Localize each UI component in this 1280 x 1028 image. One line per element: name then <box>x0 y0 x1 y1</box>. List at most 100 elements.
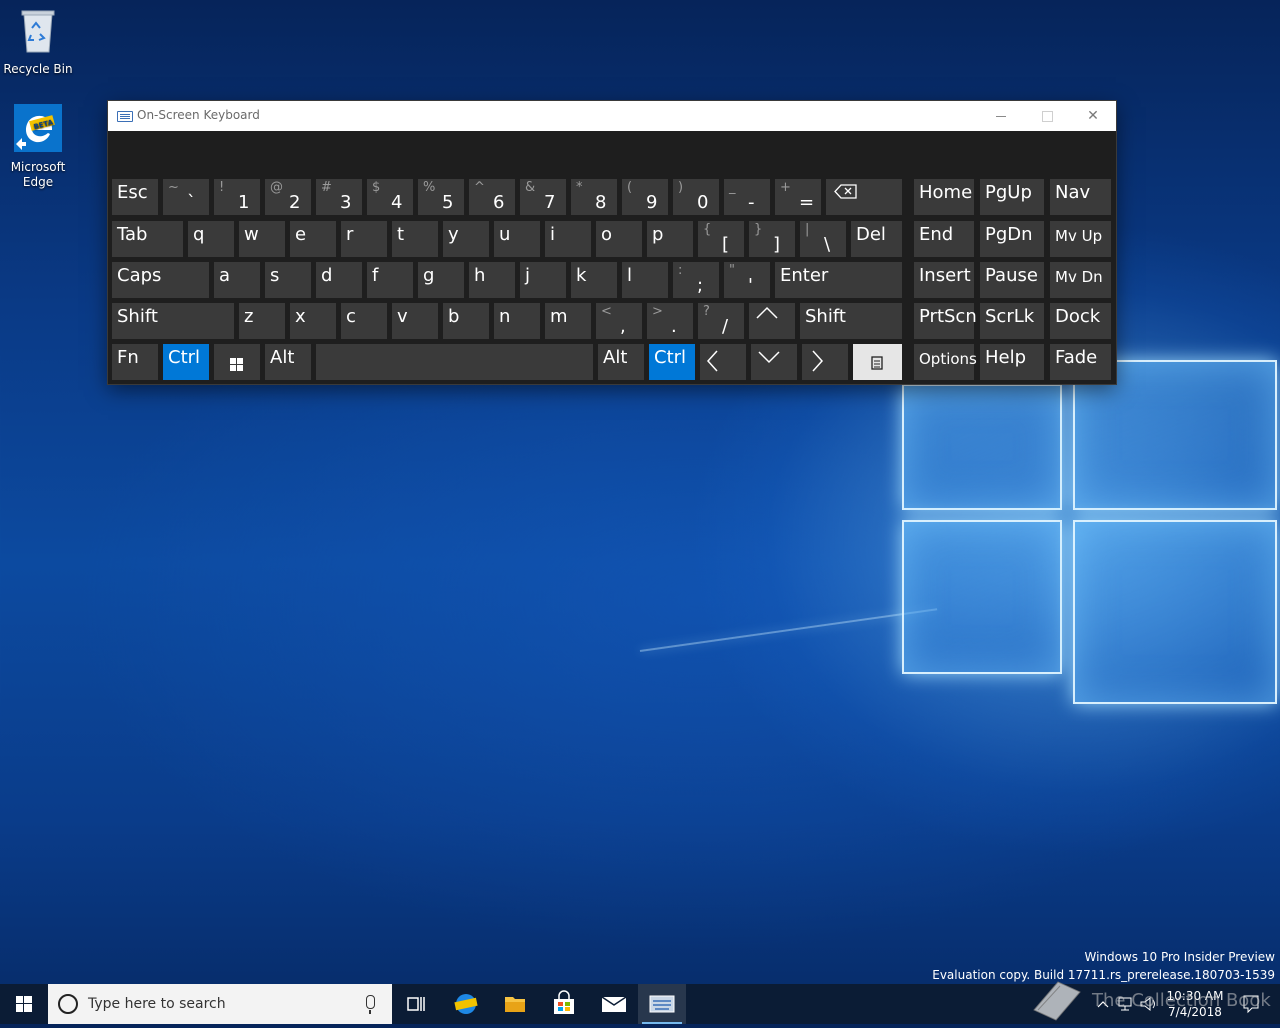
key-shift-left[interactable]: Shift <box>112 303 234 339</box>
key-symbol[interactable]: " ' <box>724 262 770 298</box>
title-bar[interactable]: On-Screen Keyboard ✕ <box>108 101 1116 131</box>
key-menu[interactable] <box>853 344 902 380</box>
key-shift-right[interactable]: Shift <box>800 303 902 339</box>
key-home[interactable]: Home <box>914 179 974 215</box>
desktop-icon-recycle-bin[interactable]: Recycle Bin <box>0 8 76 77</box>
key-0[interactable]: ) 0 <box>673 179 719 215</box>
key-mvup[interactable]: Mv Up <box>1050 221 1111 257</box>
task-view-button[interactable] <box>392 984 440 1024</box>
key-r[interactable]: r <box>341 221 387 257</box>
key-mvdn[interactable]: Mv Dn <box>1050 262 1111 298</box>
key-enter[interactable]: Enter <box>775 262 902 298</box>
microphone-icon[interactable] <box>366 995 375 1014</box>
key-arrow-up[interactable] <box>749 303 795 339</box>
key-y[interactable]: y <box>443 221 489 257</box>
key-insert[interactable]: Insert <box>914 262 974 298</box>
key-u[interactable]: u <box>494 221 540 257</box>
key--[interactable]: _ - <box>724 179 770 215</box>
key-n[interactable]: n <box>494 303 540 339</box>
key-2[interactable]: @2 <box>265 179 311 215</box>
key-6[interactable]: ^ 6 <box>469 179 515 215</box>
key-8[interactable]: * 8 <box>571 179 617 215</box>
key-m[interactable]: m <box>545 303 591 339</box>
key-symbol[interactable]: :; <box>673 262 719 298</box>
key-label: Nav <box>1055 182 1091 203</box>
key-caps[interactable]: Caps <box>112 262 209 298</box>
key-4[interactable]: $4 <box>367 179 413 215</box>
key-q[interactable]: q <box>188 221 234 257</box>
key-arrow-left[interactable] <box>700 344 746 380</box>
taskbar-edge-beta[interactable] <box>442 984 490 1024</box>
key-k[interactable]: k <box>571 262 617 298</box>
key-a[interactable]: a <box>214 262 260 298</box>
key-1[interactable]: ! 1 <box>214 179 260 215</box>
key-arrow-down[interactable] <box>751 344 797 380</box>
key-symbol[interactable]: <, <box>596 303 642 339</box>
minimize-button[interactable] <box>978 101 1024 131</box>
key-`[interactable]: ~ ` <box>163 179 209 215</box>
key-f[interactable]: f <box>367 262 413 298</box>
key-prtscn[interactable]: PrtScn <box>914 303 977 339</box>
key-i[interactable]: i <box>545 221 591 257</box>
key-tab[interactable]: Tab <box>112 221 183 257</box>
key-esc[interactable]: Esc <box>112 179 158 215</box>
key-l[interactable]: l <box>622 262 668 298</box>
key-e[interactable]: e <box>290 221 336 257</box>
desktop-icon-edge[interactable]: BETA Microsoft Edge <box>0 104 76 190</box>
windows-logo-pane <box>902 520 1062 674</box>
key-7[interactable]: & 7 <box>520 179 566 215</box>
key-symbol[interactable]: }] <box>749 221 795 257</box>
key-b[interactable]: b <box>443 303 489 339</box>
key-options[interactable]: Options <box>914 344 977 380</box>
key-end[interactable]: End <box>914 221 974 257</box>
key-t[interactable]: t <box>392 221 438 257</box>
key-symbol[interactable]: ? / <box>698 303 744 339</box>
key-label: Home <box>919 182 973 203</box>
key-x[interactable]: x <box>290 303 336 339</box>
key-p[interactable]: p <box>647 221 693 257</box>
key-arrow-right[interactable] <box>802 344 848 380</box>
key-help[interactable]: Help <box>980 344 1044 380</box>
search-box[interactable]: Type here to search <box>48 984 392 1024</box>
key-pause[interactable]: Pause <box>980 262 1044 298</box>
key-o[interactable]: o <box>596 221 642 257</box>
key-dock[interactable]: Dock <box>1050 303 1111 339</box>
key-3[interactable]: #3 <box>316 179 362 215</box>
taskbar-mail[interactable] <box>590 984 638 1024</box>
key-pgup[interactable]: PgUp <box>980 179 1044 215</box>
key-symbol[interactable]: | \ <box>800 221 846 257</box>
key-=[interactable]: + = <box>775 179 821 215</box>
key-scrlk[interactable]: ScrLk <box>980 303 1044 339</box>
taskbar-file-explorer[interactable] <box>491 984 539 1024</box>
key-z[interactable]: z <box>239 303 285 339</box>
key-g[interactable]: g <box>418 262 464 298</box>
key-fn[interactable]: Fn <box>112 344 158 380</box>
key-v[interactable]: v <box>392 303 438 339</box>
key-s[interactable]: s <box>265 262 311 298</box>
key-w[interactable]: w <box>239 221 285 257</box>
key-symbol[interactable]: >. <box>647 303 693 339</box>
key-backspace[interactable] <box>826 179 902 215</box>
key-fade[interactable]: Fade <box>1050 344 1111 380</box>
key-alt-right[interactable]: Alt <box>598 344 644 380</box>
key-windows[interactable] <box>214 344 260 380</box>
key-nav[interactable]: Nav <box>1050 179 1111 215</box>
key-ctrl-left[interactable]: Ctrl <box>163 344 209 380</box>
key-j[interactable]: j <box>520 262 566 298</box>
key-alt-left[interactable]: Alt <box>265 344 311 380</box>
taskbar-store[interactable] <box>540 984 588 1024</box>
close-button[interactable]: ✕ <box>1070 101 1116 131</box>
key-9[interactable]: (9 <box>622 179 668 215</box>
key-ctrl-right[interactable]: Ctrl <box>649 344 695 380</box>
key-5[interactable]: % 5 <box>418 179 464 215</box>
key-space[interactable] <box>316 344 593 380</box>
key-d[interactable]: d <box>316 262 362 298</box>
taskbar-on-screen-keyboard[interactable] <box>638 984 686 1024</box>
key-c[interactable]: c <box>341 303 387 339</box>
key-pgdn[interactable]: PgDn <box>980 221 1044 257</box>
key-h[interactable]: h <box>469 262 515 298</box>
key-del[interactable]: Del <box>851 221 902 257</box>
start-button[interactable] <box>0 984 48 1024</box>
maximize-button[interactable] <box>1024 101 1070 131</box>
key-symbol[interactable]: {[ <box>698 221 744 257</box>
